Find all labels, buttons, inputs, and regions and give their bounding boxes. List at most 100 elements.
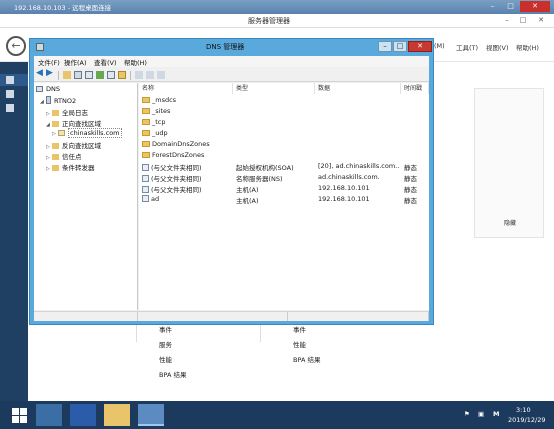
menu-action[interactable]: 操作(A) (64, 57, 87, 67)
sm-menu-view[interactable]: 视图(V) (486, 42, 509, 52)
help-icon[interactable] (118, 71, 126, 79)
back-arrow-icon[interactable]: ← (6, 36, 26, 56)
table-row[interactable]: _tcp (139, 117, 429, 128)
cell-name: (与父文件夹相同) (151, 186, 202, 194)
sm-hide-link[interactable]: 隐藏 (504, 218, 516, 227)
tile2-performance-link[interactable]: 性能 (293, 339, 306, 349)
up-folder-icon[interactable] (63, 71, 71, 79)
server-properties-icon[interactable] (157, 71, 165, 79)
back-icon[interactable]: ◀ (36, 68, 44, 78)
tray-flag-icon[interactable]: ⚑ (464, 410, 470, 418)
table-row[interactable]: (与父文件夹相同) 主机(A) 192.168.10.101 静态 (139, 183, 429, 194)
rdp-minimize-button[interactable]: – (484, 1, 501, 12)
sidebar-item-local-server[interactable] (0, 88, 28, 100)
export-icon[interactable] (107, 71, 115, 79)
status-cell-3 (288, 312, 429, 321)
tree-label-conditional-forwarders: 条件转发器 (62, 164, 95, 172)
menu-help[interactable]: 帮助(H) (124, 57, 147, 67)
refresh-icon[interactable] (96, 71, 104, 79)
tree-item-reverse-zones[interactable]: ▷ 反向查找区域 (46, 140, 101, 150)
rdp-title: 192.168.10.103 - 远程桌面连接 (14, 4, 112, 12)
tree-item-zone[interactable]: ▷ chinaskills.com (52, 128, 122, 139)
status-cell-1 (34, 312, 138, 321)
table-row[interactable]: _udp (139, 128, 429, 139)
cell-name: _sites (152, 107, 171, 115)
dns-statusbar (34, 311, 429, 321)
tile2-bpa-link[interactable]: BPA 结果 (293, 354, 320, 364)
file-explorer-icon[interactable] (104, 404, 130, 426)
table-row[interactable]: (与父文件夹相同) 名称服务器(NS) ad.chinaskills.com. 静态 (139, 172, 429, 183)
record-icon (142, 186, 149, 193)
tile2-events-link[interactable]: 事件 (293, 324, 306, 334)
show-tree-icon[interactable] (74, 71, 82, 79)
table-row[interactable]: ad 主机(A) 192.168.10.101 静态 (139, 194, 429, 205)
forward-icon[interactable]: ▶ (46, 68, 54, 78)
clock-time[interactable]: 3:10 (516, 406, 531, 414)
sm-menu-manage[interactable]: (M) (434, 42, 445, 50)
tray-network-icon[interactable]: ▣ (478, 410, 484, 418)
folder-icon (142, 130, 150, 136)
table-row[interactable]: _sites (139, 106, 429, 117)
tree-item-server[interactable]: ◢ RTNO2 (40, 96, 76, 106)
tree-label-forward-zones: 正向查找区域 (62, 120, 101, 128)
taskbar: ⚑ ▣ M 3:10 2019/12/29 (0, 401, 554, 429)
dns-close-button[interactable]: ✕ (408, 41, 432, 52)
cell-type: 起始授权机构(SOA) (236, 164, 294, 172)
powershell-icon[interactable] (70, 404, 96, 426)
sm-close-button[interactable]: ✕ (534, 15, 548, 26)
toolbar-separator-2 (130, 71, 131, 80)
tree-item-conditional-forwarders[interactable]: ▷ 条件转发器 (46, 162, 95, 172)
table-row[interactable]: ForestDnsZones (139, 150, 429, 161)
toolbar-separator (58, 71, 59, 80)
tile-services-link[interactable]: 服务 (159, 339, 172, 349)
sm-menu-help[interactable]: 帮助(H) (516, 42, 539, 52)
column-header-type[interactable]: 类型 (233, 83, 315, 94)
dns-maximize-button[interactable]: □ (393, 41, 407, 52)
tree-item-forward-zones[interactable]: ◢ 正向查找区域 (46, 118, 101, 128)
tile-performance-link[interactable]: 性能 (159, 354, 172, 364)
rdp-maximize-button[interactable]: □ (502, 1, 519, 12)
tree-item-trust-points[interactable]: ▷ 信任点 (46, 151, 82, 161)
properties-icon[interactable] (85, 71, 93, 79)
dns-minimize-button[interactable]: – (378, 41, 392, 52)
windows-start-icon[interactable] (8, 404, 34, 426)
menu-view[interactable]: 查看(V) (94, 57, 117, 67)
cell-timestamp: 静态 (404, 175, 417, 183)
ime-indicator[interactable]: M (493, 410, 499, 418)
tile-events-link[interactable]: 事件 (159, 324, 172, 334)
cell-data: 192.168.10.101 (318, 184, 370, 192)
tile-bpa-link[interactable]: BPA 结果 (159, 369, 186, 379)
cell-name: _msdcs (152, 96, 177, 104)
column-header-data[interactable]: 数据 (315, 83, 401, 94)
server-manager-taskbar-icon[interactable] (36, 404, 62, 426)
table-row[interactable]: (与父文件夹相同) 起始授权机构(SOA) [20], ad.chinaskills… (139, 161, 429, 172)
new-record-icon[interactable] (135, 71, 143, 79)
cell-name: DomainDnsZones (152, 140, 210, 148)
sidebar-item-all-servers[interactable] (0, 102, 28, 114)
dns-manager-taskbar-icon[interactable] (138, 404, 164, 426)
rdp-close-button[interactable]: ✕ (520, 1, 550, 12)
table-row[interactable]: _msdcs (139, 95, 429, 106)
table-row[interactable]: DomainDnsZones (139, 139, 429, 150)
cell-name: _tcp (152, 118, 166, 126)
sm-maximize-button[interactable]: □ (516, 15, 530, 26)
folder-icon (52, 110, 59, 116)
dns-manager-window: DNS 管理器 – □ ✕ 文件(F) 操作(A) 查看(V) 帮助(H) ◀ … (29, 38, 434, 325)
sm-menu-tools[interactable]: 工具(T) (456, 42, 478, 52)
column-header-name[interactable]: 名称 (139, 83, 233, 94)
folder-icon (52, 121, 59, 127)
column-header-timestamp[interactable]: 时间戳 (401, 83, 429, 94)
sidebar-item-dashboard[interactable] (0, 74, 28, 86)
cell-name: (与父文件夹相同) (151, 175, 202, 183)
folder-icon (52, 154, 59, 160)
tree-item-dns[interactable]: DNS (36, 85, 60, 95)
dns-records-list: 名称 类型 数据 时间戳 _msdcs _sites _tcp _udp DomainD… (139, 83, 429, 310)
folder-icon (142, 141, 150, 147)
cell-data: 192.168.10.101 (318, 195, 370, 203)
sm-minimize-button[interactable]: – (500, 15, 514, 26)
folder-icon (142, 119, 150, 125)
menu-file[interactable]: 文件(F) (38, 57, 60, 67)
clock-date[interactable]: 2019/12/29 (508, 416, 545, 424)
tree-item-global-logs[interactable]: ▷ 全局日志 (46, 107, 88, 117)
new-zone-icon[interactable] (146, 71, 154, 79)
